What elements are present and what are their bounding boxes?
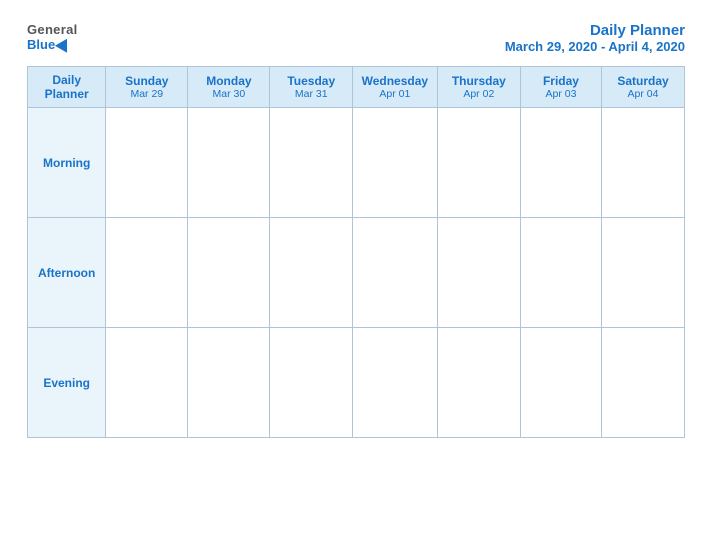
cell-1-1[interactable] — [188, 218, 270, 328]
cell-0-5[interactable] — [520, 108, 601, 218]
day-header-6: SaturdayApr 04 — [602, 67, 685, 108]
cell-0-4[interactable] — [437, 108, 520, 218]
day-date-1: Mar 30 — [192, 88, 265, 100]
day-date-4: Apr 02 — [442, 88, 516, 100]
day-header-4: ThursdayApr 02 — [437, 67, 520, 108]
cell-2-6[interactable] — [602, 328, 685, 438]
day-header-0: SundayMar 29 — [106, 67, 188, 108]
cell-2-2[interactable] — [270, 328, 352, 438]
cell-1-6[interactable] — [602, 218, 685, 328]
day-date-6: Apr 04 — [606, 88, 680, 100]
cell-1-4[interactable] — [437, 218, 520, 328]
cell-0-2[interactable] — [270, 108, 352, 218]
day-date-3: Apr 01 — [357, 88, 433, 100]
page: General Blue Daily Planner March 29, 202… — [11, 10, 701, 540]
planner-title: Daily Planner — [505, 22, 685, 39]
day-date-2: Mar 31 — [274, 88, 347, 100]
day-name-6: Saturday — [606, 74, 680, 88]
day-name-2: Tuesday — [274, 74, 347, 88]
day-header-1: MondayMar 30 — [188, 67, 270, 108]
cell-1-3[interactable] — [352, 218, 437, 328]
day-name-4: Thursday — [442, 74, 516, 88]
day-name-0: Sunday — [110, 74, 183, 88]
logo-blue-text: Blue — [27, 37, 71, 52]
day-name-1: Monday — [192, 74, 265, 88]
day-name-3: Wednesday — [357, 74, 433, 88]
time-label-0: Morning — [28, 108, 106, 218]
day-header-3: WednesdayApr 01 — [352, 67, 437, 108]
cell-2-0[interactable] — [106, 328, 188, 438]
cell-1-5[interactable] — [520, 218, 601, 328]
cell-1-2[interactable] — [270, 218, 352, 328]
logo-general-text: General — [27, 22, 78, 37]
time-label-1: Afternoon — [28, 218, 106, 328]
logo: General Blue — [27, 22, 78, 52]
time-row-2: Evening — [28, 328, 685, 438]
label-header: Daily Planner — [28, 67, 106, 108]
cell-0-3[interactable] — [352, 108, 437, 218]
day-date-5: Apr 03 — [525, 88, 597, 100]
day-name-5: Friday — [525, 74, 597, 88]
day-header-2: TuesdayMar 31 — [270, 67, 352, 108]
label-header-text: Daily Planner — [32, 73, 101, 101]
header-right: Daily Planner March 29, 2020 - April 4, … — [505, 22, 685, 54]
planner-date: March 29, 2020 - April 4, 2020 — [505, 39, 685, 54]
cell-1-0[interactable] — [106, 218, 188, 328]
time-label-2: Evening — [28, 328, 106, 438]
cell-0-1[interactable] — [188, 108, 270, 218]
cell-0-0[interactable] — [106, 108, 188, 218]
cell-2-1[interactable] — [188, 328, 270, 438]
header: General Blue Daily Planner March 29, 202… — [27, 22, 685, 54]
time-row-0: Morning — [28, 108, 685, 218]
time-row-1: Afternoon — [28, 218, 685, 328]
cell-0-6[interactable] — [602, 108, 685, 218]
logo-triangle-icon — [55, 35, 73, 52]
cell-2-4[interactable] — [437, 328, 520, 438]
day-header-5: FridayApr 03 — [520, 67, 601, 108]
cell-2-3[interactable] — [352, 328, 437, 438]
day-date-0: Mar 29 — [110, 88, 183, 100]
header-row: Daily Planner SundayMar 29MondayMar 30Tu… — [28, 67, 685, 108]
calendar-table: Daily Planner SundayMar 29MondayMar 30Tu… — [27, 66, 685, 438]
cell-2-5[interactable] — [520, 328, 601, 438]
